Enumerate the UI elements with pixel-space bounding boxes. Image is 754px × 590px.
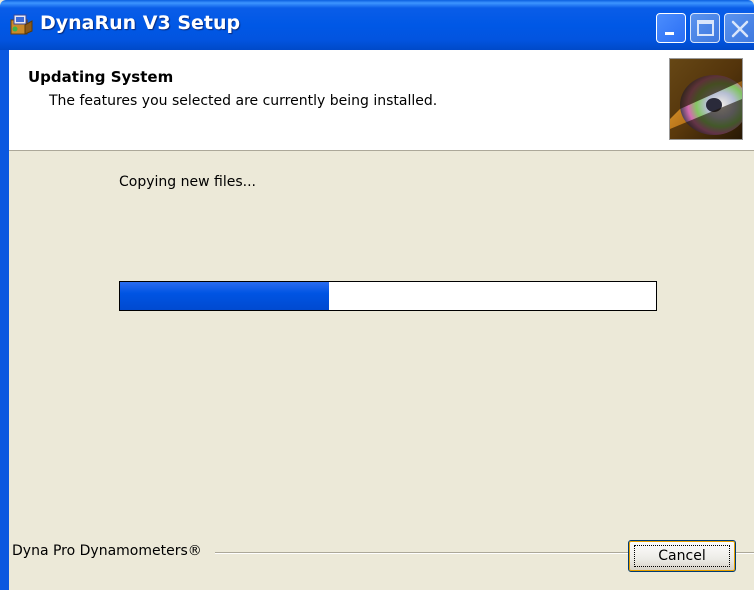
cancel-button[interactable]: Cancel: [628, 540, 736, 572]
brand-label: Dyna Pro Dynamometers®: [12, 543, 202, 559]
maximize-icon: [697, 20, 714, 36]
minimize-button[interactable]: [656, 13, 686, 43]
progress-fill: [120, 282, 330, 310]
close-button[interactable]: [724, 13, 754, 43]
cancel-button-label: Cancel: [658, 548, 706, 564]
progress-bar: [119, 281, 657, 311]
window-border: [0, 50, 9, 590]
window-title: DynaRun V3 Setup: [40, 12, 241, 34]
banner-title: Updating System: [28, 68, 174, 86]
minimize-icon: [665, 32, 674, 35]
cd-disc-icon: [669, 58, 743, 140]
installer-package-icon: [8, 11, 34, 37]
maximize-button[interactable]: [690, 13, 720, 43]
setup-window: DynaRun V3 Setup Updating System The fea…: [0, 0, 754, 590]
close-icon: [731, 20, 749, 38]
title-bar[interactable]: DynaRun V3 Setup: [0, 0, 754, 50]
banner-description: The features you selected are currently …: [49, 93, 438, 109]
header-banner: Updating System The features you selecte…: [9, 50, 754, 151]
status-text: Copying new files...: [119, 174, 256, 190]
